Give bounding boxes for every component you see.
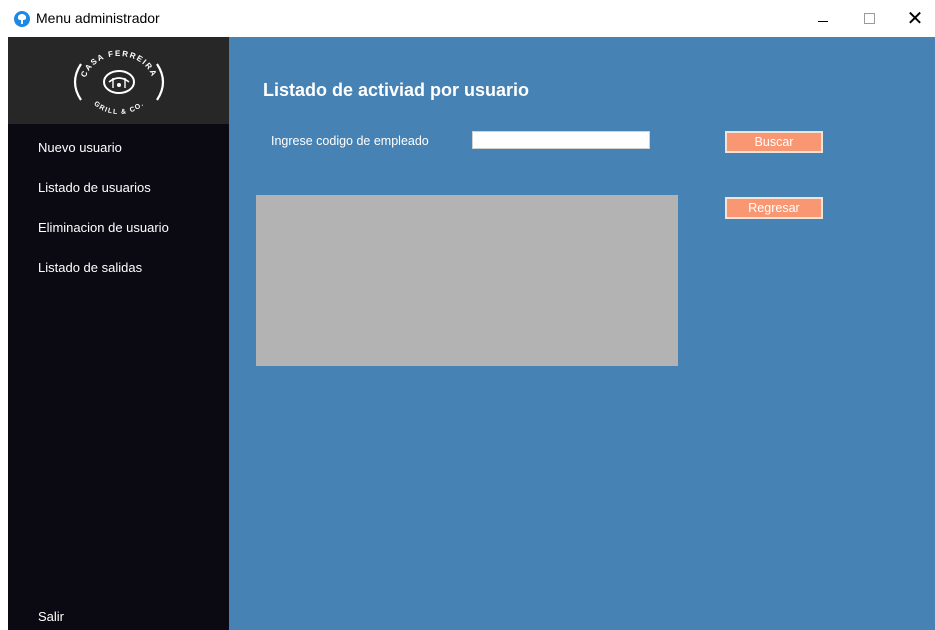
sidebar-item-listado-salidas[interactable]: Listado de salidas [38, 260, 142, 275]
main-panel: Listado de activiad por usuario Ingrese … [229, 37, 935, 630]
minimize-icon [818, 21, 828, 22]
close-button[interactable]: ✕ [892, 0, 935, 37]
title-bar: Menu administrador ✕ [0, 0, 935, 37]
svg-text:GRILL & CO.: GRILL & CO. [92, 100, 145, 116]
page-title: Listado de activiad por usuario [263, 80, 530, 100]
employee-code-label: Ingrese codigo de empleado [271, 134, 429, 148]
activity-grid[interactable] [256, 195, 678, 366]
app-icon [14, 11, 30, 27]
sidebar: CASA FERREIRA GRILL & CO. Nuevo usuario … [8, 37, 229, 630]
back-button[interactable]: Regresar [725, 197, 823, 219]
logo-bottom-text: GRILL & CO. [92, 100, 144, 116]
maximize-button[interactable] [846, 0, 892, 37]
logo-area: CASA FERREIRA GRILL & CO. [8, 37, 229, 124]
minimize-button[interactable] [800, 0, 846, 37]
search-button[interactable]: Buscar [725, 131, 823, 153]
sidebar-item-eliminacion-usuario[interactable]: Eliminacion de usuario [38, 220, 169, 235]
sidebar-item-listado-usuarios[interactable]: Listado de usuarios [38, 180, 151, 195]
close-icon: ✕ [906, 8, 924, 30]
employee-code-input[interactable] [472, 131, 650, 149]
brand-logo: CASA FERREIRA GRILL & CO. [73, 49, 165, 116]
sidebar-item-nuevo-usuario[interactable]: Nuevo usuario [38, 140, 122, 155]
maximize-icon [863, 13, 875, 24]
sidebar-item-salir[interactable]: Salir [38, 609, 64, 624]
logo-top-text: CASA FERREIRA [79, 49, 157, 79]
window-title: Menu administrador [36, 10, 160, 26]
svg-text:CASA FERREIRA: CASA FERREIRA [79, 49, 159, 79]
